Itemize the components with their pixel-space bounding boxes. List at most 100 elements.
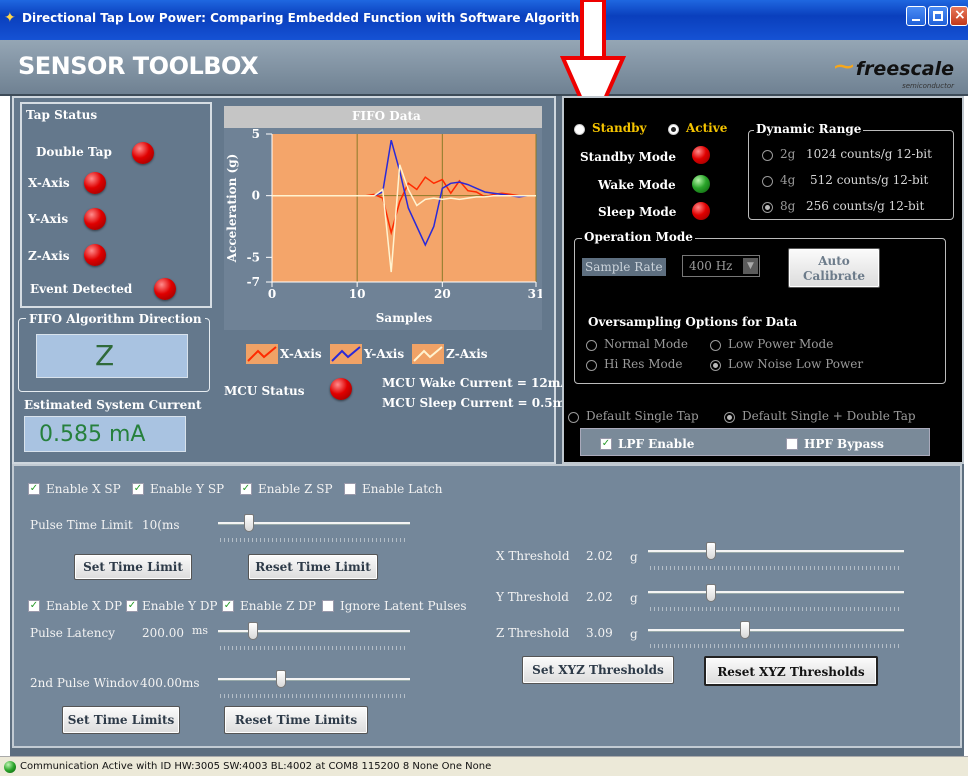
enable-x-sp-checkbox[interactable]: ✓ <box>28 483 40 495</box>
hpf-bypass-checkbox[interactable] <box>786 438 798 450</box>
standby-radio[interactable] <box>574 124 585 135</box>
enable-y-dp-checkbox[interactable]: ✓ <box>126 600 138 612</box>
x-threshold-value: 2.02 <box>586 549 613 563</box>
y-tick-label: -7 <box>247 275 260 289</box>
operation-mode-title: Operation Mode <box>582 230 695 244</box>
sample-rate-select[interactable]: 400 Hz ▼ <box>682 255 760 277</box>
pulse-window-ticks <box>220 694 408 698</box>
z-threshold-thumb[interactable] <box>740 621 750 639</box>
auto-calibrate-button[interactable]: Auto Calibrate <box>788 248 880 288</box>
x-threshold-thumb[interactable] <box>706 542 716 560</box>
range-8g-radio[interactable] <box>762 202 773 213</box>
legend-y: Y-Axis <box>330 344 404 368</box>
range-4g-desc: 512 counts/g 12-bit <box>810 173 929 187</box>
reset-time-limits-label: Reset Time Limits <box>234 713 358 727</box>
sample-rate-label: Sample Rate <box>582 258 666 276</box>
legend-x-swatch-icon <box>246 344 278 364</box>
enable-z-dp-checkbox[interactable]: ✓ <box>222 600 234 612</box>
y-axis-label: Y-Axis <box>28 212 69 226</box>
y-threshold-value: 2.02 <box>586 590 613 604</box>
range-2g-desc: 1024 counts/g 12-bit <box>806 147 932 161</box>
logo-name: freescale <box>855 58 954 80</box>
enable-latch-checkbox[interactable] <box>344 483 356 495</box>
enable-y-sp-checkbox[interactable]: ✓ <box>132 483 144 495</box>
ignore-latent-checkbox[interactable] <box>322 600 334 612</box>
y-threshold-label: Y Threshold <box>496 590 569 604</box>
set-xyz-thresholds-button[interactable]: Set XYZ Thresholds <box>522 656 674 684</box>
x-tick-label: 0 <box>268 287 276 301</box>
y-tick-label: 5 <box>252 128 260 141</box>
z-threshold-track[interactable] <box>648 629 904 632</box>
z-threshold-ticks <box>650 644 902 648</box>
dynamic-range-title: Dynamic Range <box>754 122 864 136</box>
app-header: SENSOR TOOLBOX ⁓ freescale semiconductor <box>0 40 968 96</box>
x-threshold-unit: g <box>630 550 638 564</box>
set-time-limits-button[interactable]: Set Time Limits <box>62 706 180 734</box>
range-2g-radio[interactable] <box>762 150 773 161</box>
current-title: Estimated System Current <box>24 398 202 412</box>
set-time-limit-button[interactable]: Set Time Limit <box>74 554 192 580</box>
active-radio[interactable] <box>668 124 679 135</box>
pulse-latency-unit: ms <box>192 624 209 637</box>
pulse-latency-ticks <box>220 646 408 650</box>
os-low-power-radio[interactable] <box>710 340 721 351</box>
title-bar: ✦ Directional Tap Low Power: Comparing E… <box>0 0 968 40</box>
x-threshold-track[interactable] <box>648 550 904 553</box>
os-low-noise-radio[interactable] <box>710 360 721 371</box>
lpf-enable-label: LPF Enable <box>618 437 695 451</box>
os-hi-res-radio[interactable] <box>586 360 597 371</box>
logo-mark-icon: ⁓ <box>834 54 854 78</box>
legend-x-label: X-Axis <box>280 347 322 361</box>
y-tick-label: -5 <box>247 250 260 264</box>
double-tap-radio[interactable] <box>724 412 735 423</box>
window-title: Directional Tap Low Power: Comparing Emb… <box>22 11 592 25</box>
pulse-latency-track[interactable] <box>218 630 410 633</box>
sleep-mode-led <box>692 202 710 220</box>
lpf-enable-checkbox[interactable]: ✓ <box>600 438 612 450</box>
tap-status-box <box>20 102 212 308</box>
enable-x-sp-label: Enable X SP <box>46 482 121 496</box>
sample-rate-value: 400 Hz <box>689 259 733 273</box>
enable-y-sp-label: Enable Y SP <box>150 482 225 496</box>
standby-mode-led <box>692 146 710 164</box>
reset-time-limits-button[interactable]: Reset Time Limits <box>224 706 368 734</box>
z-threshold-unit: g <box>630 627 638 641</box>
freescale-logo: ⁓ freescale semiconductor <box>834 54 954 92</box>
pulse-time-limit-thumb[interactable] <box>244 514 254 532</box>
y-threshold-ticks <box>650 607 902 611</box>
legend-z: Z-Axis <box>412 344 488 368</box>
pulse-latency-thumb[interactable] <box>248 622 258 640</box>
standby-label: Standby <box>592 121 647 135</box>
os-normal-label: Normal Mode <box>604 337 688 351</box>
fifo-direction-title: FIFO Algorithm Direction <box>26 312 205 326</box>
os-normal-radio[interactable] <box>586 340 597 351</box>
legend-y-swatch-icon <box>330 344 362 364</box>
maximize-button[interactable] <box>928 6 948 26</box>
x-tick-label: 20 <box>434 287 451 301</box>
enable-x-dp-label: Enable X DP <box>46 599 123 613</box>
pulse-window-value: 400.00ms <box>140 676 200 690</box>
close-button[interactable]: × <box>950 6 968 26</box>
double-tap-led <box>132 142 154 164</box>
enable-z-sp-checkbox[interactable]: ✓ <box>240 483 252 495</box>
reset-time-limit-button[interactable]: Reset Time Limit <box>248 554 378 580</box>
os-low-power-label: Low Power Mode <box>728 337 834 351</box>
reset-xyz-thresholds-button[interactable]: Reset XYZ Thresholds <box>704 656 878 686</box>
fifo-chart-title: FIFO Data <box>352 109 421 123</box>
fifo-direction-value: Z <box>95 339 115 372</box>
minimize-button[interactable] <box>906 6 926 26</box>
auto-calibrate-label: Auto Calibrate <box>802 254 866 283</box>
wake-mode-led <box>692 175 710 193</box>
status-bar: Communication Active with ID HW:3005 SW:… <box>0 756 968 776</box>
single-tap-radio[interactable] <box>568 412 579 423</box>
y-threshold-thumb[interactable] <box>706 584 716 602</box>
sleep-mode-label: Sleep Mode <box>598 205 677 219</box>
enable-x-dp-checkbox[interactable]: ✓ <box>28 600 40 612</box>
y-threshold-track[interactable] <box>648 591 904 594</box>
pulse-window-track[interactable] <box>218 678 410 681</box>
event-detected-led <box>154 278 176 300</box>
plot-area <box>272 134 536 282</box>
x-tick-label: 10 <box>349 287 366 301</box>
pulse-window-thumb[interactable] <box>276 670 286 688</box>
range-4g-radio[interactable] <box>762 176 773 187</box>
